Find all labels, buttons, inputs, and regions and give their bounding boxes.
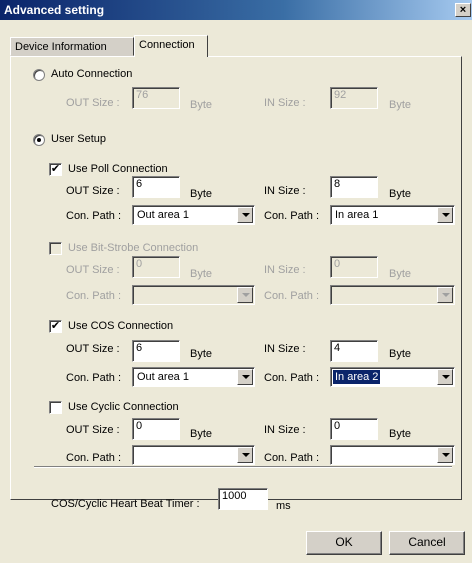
poll-in-path-select[interactable]: In area 1: [330, 205, 455, 225]
bit-strobe-out-unit: Byte: [190, 268, 213, 280]
cos-out-unit: Byte: [190, 348, 213, 360]
cos-out-path-value: Out area 1: [137, 371, 189, 383]
tab-device-information[interactable]: Device Information: [10, 37, 134, 56]
title-bar[interactable]: Advanced setting ×: [0, 0, 472, 20]
close-icon[interactable]: ×: [455, 3, 471, 17]
cyclic-in-path-select[interactable]: [330, 445, 455, 465]
chevron-down-icon[interactable]: [237, 447, 253, 463]
ok-button[interactable]: OK: [306, 531, 382, 555]
cyclic-out-path-label: Con. Path :: [66, 452, 122, 464]
auto-in-unit: Byte: [389, 99, 412, 111]
use-poll-checkbox[interactable]: ✔: [49, 163, 62, 176]
bit-strobe-in-size-label: IN Size :: [264, 264, 306, 276]
use-bit-strobe-label: Use Bit-Strobe Connection: [68, 242, 199, 254]
chevron-down-icon[interactable]: [437, 207, 453, 223]
tab-connection[interactable]: Connection: [134, 35, 208, 57]
tab-device-information-label: Device Information: [15, 41, 107, 53]
auto-connection-radio[interactable]: [33, 69, 45, 81]
use-poll-label: Use Poll Connection: [68, 163, 168, 175]
bit-strobe-out-size-label: OUT Size :: [66, 264, 120, 276]
cos-in-path-value: In area 2: [333, 370, 381, 384]
cyclic-out-unit: Byte: [190, 428, 213, 440]
chevron-down-icon: [237, 287, 253, 303]
poll-out-path-label: Con. Path :: [66, 210, 122, 222]
heartbeat-field[interactable]: 1000: [218, 488, 268, 510]
heartbeat-unit: ms: [276, 500, 291, 512]
cos-in-size-field[interactable]: 4: [330, 340, 378, 362]
poll-out-size-field[interactable]: 6: [132, 176, 180, 198]
cos-out-size-label: OUT Size :: [66, 343, 120, 355]
poll-out-path-value: Out area 1: [137, 209, 189, 221]
heartbeat-label: COS/Cyclic Heart Beat Timer :: [51, 498, 200, 510]
poll-in-path-value: In area 1: [335, 209, 379, 221]
chevron-down-icon[interactable]: [237, 369, 253, 385]
bit-strobe-out-size-field: 0: [132, 256, 180, 278]
cyclic-in-size-label: IN Size :: [264, 424, 306, 436]
auto-out-size-field: 76: [132, 87, 180, 109]
poll-out-size-label: OUT Size :: [66, 185, 120, 197]
use-cyclic-checkbox[interactable]: [49, 401, 62, 414]
window-title: Advanced setting: [4, 3, 105, 17]
cos-in-path-select[interactable]: In area 2: [330, 367, 455, 387]
auto-out-unit: Byte: [190, 99, 213, 111]
auto-connection-label: Auto Connection: [51, 68, 133, 80]
cyclic-in-path-label: Con. Path :: [264, 452, 320, 464]
cyclic-out-path-select[interactable]: [132, 445, 255, 465]
chevron-down-icon[interactable]: [437, 447, 453, 463]
bit-strobe-out-path-label: Con. Path :: [66, 290, 122, 302]
bit-strobe-out-path-select: [132, 285, 255, 305]
cyclic-out-size-field[interactable]: 0: [132, 418, 180, 440]
tab-connection-label: Connection: [139, 39, 195, 51]
use-cos-checkbox[interactable]: ✔: [49, 320, 62, 333]
cyclic-in-size-field[interactable]: 0: [330, 418, 378, 440]
use-bit-strobe-checkbox: [49, 242, 62, 255]
chevron-down-icon: [437, 287, 453, 303]
cos-in-unit: Byte: [389, 348, 412, 360]
cos-out-size-field[interactable]: 6: [132, 340, 180, 362]
bit-strobe-in-unit: Byte: [389, 268, 412, 280]
user-setup-label: User Setup: [51, 133, 107, 145]
auto-out-size-label: OUT Size :: [66, 97, 120, 109]
poll-in-size-field[interactable]: 8: [330, 176, 378, 198]
poll-in-unit: Byte: [389, 188, 412, 200]
separator: [34, 466, 452, 468]
auto-in-size-label: IN Size :: [264, 97, 306, 109]
cos-in-path-label: Con. Path :: [264, 372, 320, 384]
bit-strobe-in-size-field: 0: [330, 256, 378, 278]
use-cyclic-label: Use Cyclic Connection: [68, 401, 179, 413]
bit-strobe-in-path-label: Con. Path :: [264, 290, 320, 302]
bit-strobe-in-path-select: [330, 285, 455, 305]
cos-in-size-label: IN Size :: [264, 343, 306, 355]
chevron-down-icon[interactable]: [237, 207, 253, 223]
auto-in-size-field: 92: [330, 87, 378, 109]
poll-out-path-select[interactable]: Out area 1: [132, 205, 255, 225]
poll-in-size-label: IN Size :: [264, 185, 306, 197]
cyclic-in-unit: Byte: [389, 428, 412, 440]
cancel-button[interactable]: Cancel: [389, 531, 465, 555]
use-cos-label: Use COS Connection: [68, 320, 174, 332]
cos-out-path-label: Con. Path :: [66, 372, 122, 384]
poll-in-path-label: Con. Path :: [264, 210, 320, 222]
chevron-down-icon[interactable]: [437, 369, 453, 385]
user-setup-radio[interactable]: [33, 134, 45, 146]
cyclic-out-size-label: OUT Size :: [66, 424, 120, 436]
poll-out-unit: Byte: [190, 188, 213, 200]
cos-out-path-select[interactable]: Out area 1: [132, 367, 255, 387]
